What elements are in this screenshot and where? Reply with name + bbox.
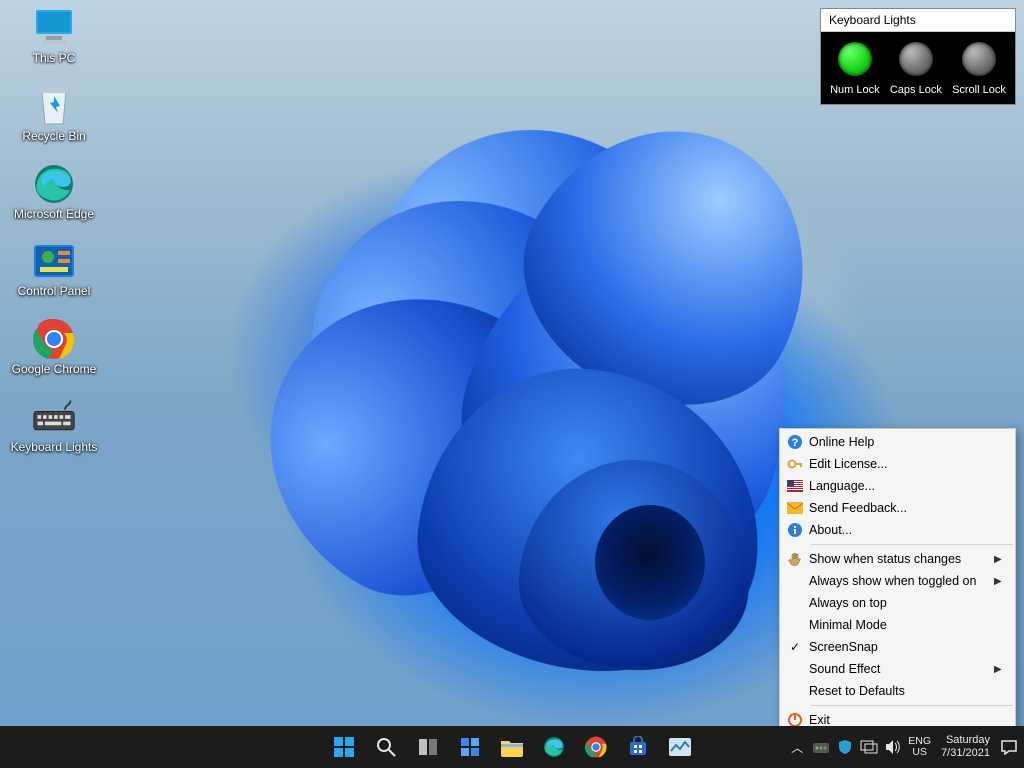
scroll-lock-led-icon bbox=[962, 42, 996, 76]
num-lock-indicator: Num Lock bbox=[830, 42, 880, 96]
desktop-icon-recycle-bin[interactable]: Recycle Bin bbox=[8, 84, 100, 144]
tray-security-icon[interactable] bbox=[836, 738, 854, 756]
menu-label: Minimal Mode bbox=[809, 618, 994, 632]
desktop-icon-label: Google Chrome bbox=[12, 363, 97, 377]
menu-label: About... bbox=[809, 523, 994, 537]
menu-separator bbox=[811, 544, 1013, 545]
scroll-lock-indicator: Scroll Lock bbox=[952, 42, 1006, 96]
menu-about[interactable]: About... bbox=[781, 519, 1014, 541]
menu-sound-effect[interactable]: Sound Effect▶ bbox=[781, 658, 1014, 680]
mail-icon bbox=[781, 502, 809, 514]
edge-icon bbox=[32, 162, 76, 206]
submenu-arrow-icon: ▶ bbox=[994, 664, 1006, 675]
start-button[interactable] bbox=[325, 728, 363, 766]
desktop-icon-label: Control Panel bbox=[18, 285, 91, 299]
check-icon bbox=[781, 640, 809, 654]
submenu-arrow-icon: ▶ bbox=[994, 576, 1006, 587]
menu-label: Language... bbox=[809, 479, 994, 493]
menu-label: Always show when toggled on bbox=[809, 574, 994, 588]
file-explorer-button[interactable] bbox=[493, 728, 531, 766]
tray-keyboard-lights-icon[interactable] bbox=[812, 738, 830, 756]
menu-show-when-status-changes[interactable]: Show when status changes▶ bbox=[781, 548, 1014, 570]
submenu-arrow-icon: ▶ bbox=[994, 554, 1006, 565]
menu-edit-license[interactable]: Edit License... bbox=[781, 453, 1014, 475]
num-lock-led-icon bbox=[838, 42, 872, 76]
search-button[interactable] bbox=[367, 728, 405, 766]
desktop-icon-label: Keyboard Lights bbox=[11, 441, 98, 455]
menu-separator bbox=[811, 705, 1013, 706]
clock-date: 7/31/2021 bbox=[941, 747, 990, 760]
chrome-taskbar-button[interactable] bbox=[577, 728, 615, 766]
caps-lock-led-icon bbox=[899, 42, 933, 76]
menu-label: Exit bbox=[809, 713, 994, 727]
desktop-icon-label: This PC bbox=[33, 52, 76, 66]
menu-language[interactable]: Language... bbox=[781, 475, 1014, 497]
caps-lock-label: Caps Lock bbox=[890, 84, 942, 96]
desktop-icon-this-pc[interactable]: This PC bbox=[8, 6, 100, 66]
hand-icon bbox=[781, 551, 809, 567]
menu-label: Show when status changes bbox=[809, 552, 994, 566]
tray-network-icon[interactable] bbox=[860, 738, 878, 756]
tray-volume-icon[interactable] bbox=[884, 738, 902, 756]
tray-chevron-up-icon[interactable]: ︿ bbox=[788, 738, 806, 756]
taskbar: ︿ ENG US Saturday 7/31/2021 bbox=[0, 726, 1024, 768]
tray-context-menu: ? Online Help Edit License... Language..… bbox=[779, 428, 1016, 734]
desktop-icon-label: Recycle Bin bbox=[22, 130, 85, 144]
edge-taskbar-button[interactable] bbox=[535, 728, 573, 766]
menu-minimal-mode[interactable]: Minimal Mode bbox=[781, 614, 1014, 636]
caps-lock-indicator: Caps Lock bbox=[890, 42, 942, 96]
tray-notifications-icon[interactable] bbox=[1000, 738, 1018, 756]
tray-clock[interactable]: Saturday 7/31/2021 bbox=[937, 734, 994, 759]
menu-always-show-when-toggled-on[interactable]: Always show when toggled on▶ bbox=[781, 570, 1014, 592]
menu-reset-to-defaults[interactable]: Reset to Defaults bbox=[781, 680, 1014, 702]
chrome-icon bbox=[32, 317, 76, 361]
monitor-icon bbox=[32, 6, 76, 50]
desktop-icon-edge[interactable]: Microsoft Edge bbox=[8, 162, 100, 222]
info-icon bbox=[781, 522, 809, 538]
widget-title: Keyboard Lights bbox=[821, 9, 1015, 32]
tray-language[interactable]: ENG US bbox=[908, 736, 931, 758]
svg-text:?: ? bbox=[792, 437, 799, 449]
recycle-bin-icon bbox=[32, 84, 76, 128]
desktop-icon-keyboard-lights[interactable]: Keyboard Lights bbox=[8, 395, 100, 455]
lang-bottom: US bbox=[908, 747, 931, 758]
key-icon bbox=[781, 456, 809, 472]
control-panel-icon bbox=[32, 239, 76, 283]
store-button[interactable] bbox=[619, 728, 657, 766]
menu-label: Send Feedback... bbox=[809, 501, 994, 515]
clock-day: Saturday bbox=[941, 734, 990, 747]
keyboard-lights-widget[interactable]: Keyboard Lights Num Lock Caps Lock Scrol… bbox=[820, 8, 1016, 105]
task-view-button[interactable] bbox=[409, 728, 447, 766]
menu-always-on-top[interactable]: Always on top bbox=[781, 592, 1014, 614]
keyboard-icon bbox=[32, 395, 76, 439]
menu-label: Sound Effect bbox=[809, 662, 994, 676]
widgets-button[interactable] bbox=[451, 728, 489, 766]
menu-label: Always on top bbox=[809, 596, 994, 610]
menu-label: ScreenSnap bbox=[809, 640, 994, 654]
menu-label: Edit License... bbox=[809, 457, 994, 471]
menu-send-feedback[interactable]: Send Feedback... bbox=[781, 497, 1014, 519]
scroll-lock-label: Scroll Lock bbox=[952, 84, 1006, 96]
flag-icon bbox=[781, 480, 809, 492]
menu-online-help[interactable]: ? Online Help bbox=[781, 431, 1014, 453]
menu-label: Reset to Defaults bbox=[809, 684, 994, 698]
num-lock-label: Num Lock bbox=[830, 84, 880, 96]
desktop-icon-label: Microsoft Edge bbox=[14, 208, 94, 222]
menu-label: Online Help bbox=[809, 435, 994, 449]
desktop-icon-control-panel[interactable]: Control Panel bbox=[8, 239, 100, 299]
app-button[interactable] bbox=[661, 728, 699, 766]
menu-screensnap[interactable]: ScreenSnap bbox=[781, 636, 1014, 658]
help-icon: ? bbox=[781, 434, 809, 450]
desktop-icon-chrome[interactable]: Google Chrome bbox=[8, 317, 100, 377]
